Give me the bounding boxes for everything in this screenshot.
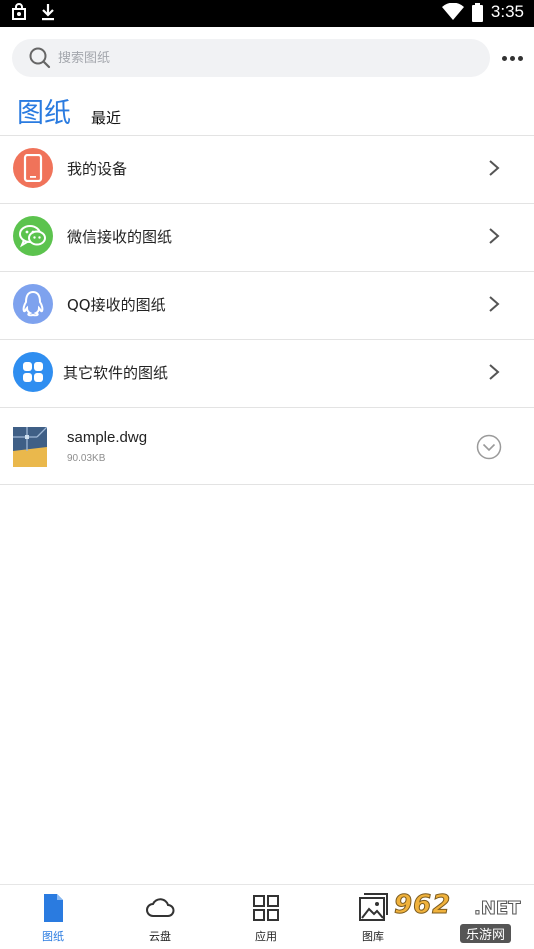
nav-item-apps[interactable]: 应用 (236, 893, 296, 945)
list-item-label: QQ接收的图纸 (67, 296, 166, 314)
list-item-wechat[interactable]: 微信接收的图纸 (0, 204, 534, 272)
wechat-icon (13, 216, 53, 256)
search-box[interactable] (12, 39, 490, 77)
chevron-right-icon (489, 296, 500, 312)
watermark-net: .NET (473, 898, 521, 920)
status-time: 3:35 (490, 2, 524, 21)
nav-label: 图库 (362, 930, 384, 943)
nav-item-cloud[interactable]: 云盘 (130, 893, 190, 945)
chevron-right-icon (489, 160, 500, 176)
list-item-my-device[interactable]: 我的设备 (0, 136, 534, 204)
apps-grid-icon (13, 352, 53, 392)
watermark-logo: 962 .NET 乐游网 (393, 888, 534, 944)
gallery-icon (359, 893, 388, 921)
list-item-label: 微信接收的图纸 (67, 228, 173, 246)
list-item-label: 其它软件的图纸 (63, 364, 169, 382)
search-input[interactable] (58, 50, 438, 66)
expand-circle-icon[interactable] (476, 434, 502, 460)
battery-icon (471, 2, 483, 22)
store-bag-icon (12, 3, 26, 20)
search-row (0, 27, 534, 89)
watermark-sub: 乐游网 (460, 924, 512, 943)
nav-label: 应用 (255, 930, 277, 943)
list-item-label: 我的设备 (67, 160, 128, 178)
chevron-right-icon (489, 228, 500, 244)
wifi-icon (441, 3, 464, 20)
category-list: 我的设备 微信接收的图纸 QQ接收的图纸 其它软件的图纸 sample.dwg … (0, 136, 534, 485)
dwg-file-thumbnail-icon (13, 427, 47, 467)
watermark-main: 962 (393, 890, 452, 921)
tab-bar: 图纸 最近 (0, 89, 534, 136)
list-item-qq[interactable]: QQ接收的图纸 (0, 272, 534, 340)
nav-label: 云盘 (149, 930, 171, 943)
file-size: 90.03KB (67, 453, 106, 464)
cloud-icon (146, 898, 175, 917)
nav-label: 图纸 (42, 930, 64, 943)
chevron-right-icon (489, 364, 500, 380)
apps-icon (253, 895, 279, 921)
nav-item-drawings[interactable]: 图纸 (23, 893, 83, 945)
tab-drawings[interactable]: 图纸 (17, 91, 71, 130)
file-name: sample.dwg (67, 429, 148, 446)
more-options-icon[interactable] (498, 47, 526, 69)
file-row[interactable]: sample.dwg 90.03KB (0, 408, 534, 485)
list-item-other-apps[interactable]: 其它软件的图纸 (0, 340, 534, 408)
search-icon (29, 47, 51, 69)
qq-icon (13, 284, 53, 324)
phone-icon (13, 148, 53, 188)
status-bar: 3:35 (0, 0, 534, 27)
download-icon (42, 4, 54, 21)
drawing-file-icon (44, 894, 63, 922)
tab-recent[interactable]: 最近 (91, 107, 121, 128)
